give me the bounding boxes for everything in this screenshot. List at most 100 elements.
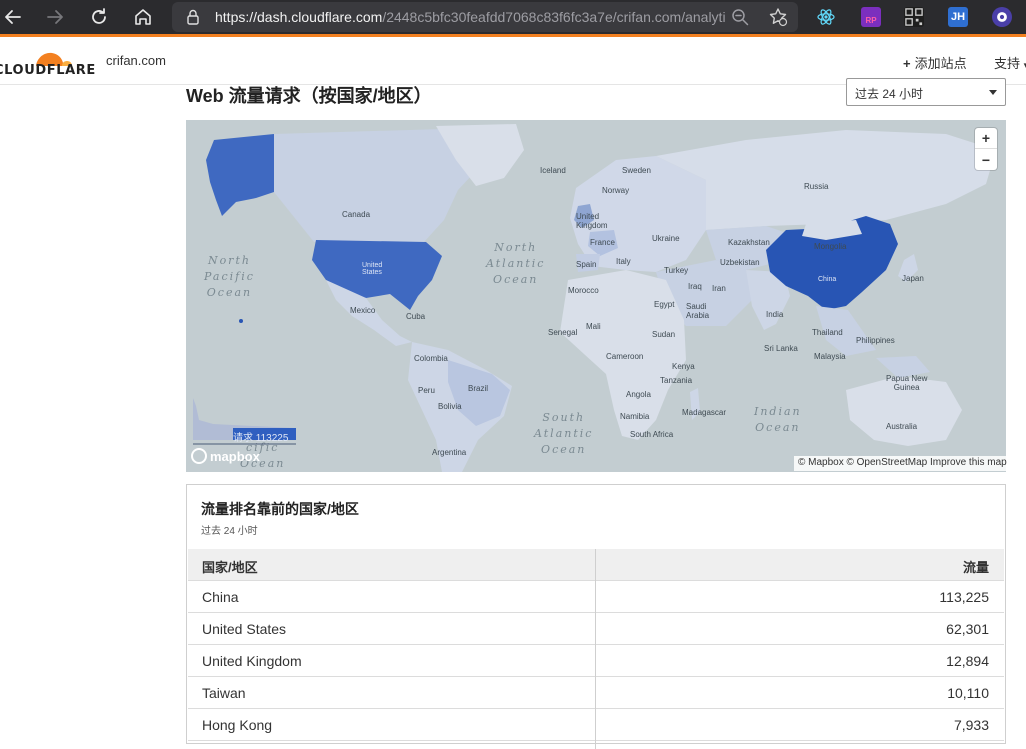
traffic-cell: 10,110 (947, 685, 989, 701)
add-site-button[interactable]: + 添加站点 (903, 53, 967, 72)
ocean-indian: Indian Ocean (754, 405, 802, 434)
card-subtitle: 过去 24 小时 (201, 526, 258, 537)
label-peru: Peru (418, 386, 435, 395)
map-zoom-control: + − (975, 128, 997, 170)
label-uzbekistan: Uzbekistan (720, 258, 760, 267)
add-site-label: 添加站点 (914, 56, 967, 71)
label-tanzania: Tanzania (660, 376, 693, 385)
label-senegal: Senegal (548, 328, 578, 337)
traffic-map[interactable]: North Pacific Ocean North Atlantic Ocean Sou… (186, 120, 1006, 472)
country-hawaii (239, 319, 243, 323)
zoom-in-button[interactable]: + (975, 128, 997, 149)
react-devtools-icon[interactable] (816, 7, 836, 27)
label-italy: Italy (616, 257, 631, 266)
back-icon[interactable] (0, 4, 26, 30)
support-label: 支持 (994, 56, 1021, 71)
column-header-traffic[interactable]: 流量 (963, 557, 989, 576)
qr-code-icon[interactable] (904, 7, 924, 27)
label-iraq: Iraq (688, 282, 702, 291)
country-cell: Taiwan (202, 685, 246, 701)
country-russia (656, 130, 996, 230)
label-colombia: Colombia (414, 354, 448, 363)
add-bookmark-icon[interactable] (768, 7, 788, 27)
lock-icon[interactable] (184, 8, 202, 26)
logo-wordmark: CLOUDFLARE (0, 63, 96, 78)
label-iceland: Iceland (540, 166, 566, 175)
label-kenya: Kenya (672, 362, 695, 371)
label-madagascar: Madagascar (682, 408, 727, 417)
home-icon[interactable] (130, 4, 156, 30)
ocean-south-atlantic: South Atlantic Ocean (534, 411, 594, 456)
zoom-icon[interactable] (730, 7, 750, 27)
label-france: France (590, 238, 615, 247)
ocean-north-pacific: North Pacific Ocean (204, 254, 255, 299)
top-countries-card: 流量排名靠前的国家/地区 过去 24 小时 国家/地区 流量 China 113… (186, 484, 1006, 749)
label-mali: Mali (586, 322, 601, 331)
label-mongolia: Mongolia (814, 242, 847, 251)
traffic-cell: 12,894 (946, 653, 989, 669)
country-cell: China (202, 589, 239, 605)
mapbox-brand: mapbox (210, 448, 260, 464)
label-australia: Australia (886, 422, 918, 431)
url-text[interactable]: https://dash.cloudflare.com/2448c5bfc30f… (215, 8, 725, 26)
reload-icon[interactable] (86, 4, 112, 30)
time-range-value: 过去 24 小时 (855, 87, 924, 101)
label-ukraine: Ukraine (652, 234, 680, 243)
label-egypt: Egypt (654, 300, 675, 309)
traffic-cell: 62,301 (946, 621, 989, 637)
label-papua-new-guinea: Papua New Guinea (886, 374, 928, 392)
time-range-select[interactable]: 过去 24 小时 (846, 78, 1006, 106)
label-cuba: Cuba (406, 312, 426, 321)
legend-label: 请求 113225 (233, 433, 289, 444)
rp-icon[interactable]: RP (861, 7, 881, 27)
support-menu[interactable]: 支持 ▾ (994, 53, 1026, 72)
table-row: United Kingdom 12,894 (188, 645, 1004, 677)
label-brazil: Brazil (468, 384, 489, 393)
column-header-country[interactable]: 国家/地区 (202, 557, 258, 576)
label-morocco: Morocco (568, 286, 599, 295)
ocean-north-atlantic: North Atlantic Ocean (486, 241, 546, 286)
card-title: 流量排名靠前的国家/地区 (201, 501, 359, 517)
label-spain: Spain (576, 260, 597, 269)
plus-icon: + (903, 56, 911, 71)
jh-icon[interactable]: JH (948, 7, 968, 27)
label-russia: Russia (804, 182, 829, 191)
country-cell: United States (202, 621, 287, 637)
wallet-icon[interactable] (992, 7, 1012, 27)
label-bolivia: Bolivia (438, 402, 462, 411)
site-name[interactable]: crifan.com (106, 53, 166, 68)
label-thailand: Thailand (812, 328, 843, 337)
chevron-down-icon (989, 90, 997, 95)
table-row: Hong Kong 7,933 (188, 709, 1004, 741)
url-path: /2448c5bfc30feafdd7068c83f6fc3a7e/crifan… (382, 9, 725, 25)
label-saudi-arabia: Saudi Arabia (686, 302, 710, 320)
label-united-states: United States (362, 262, 383, 276)
address-bar[interactable]: https://dash.cloudflare.com/2448c5bfc30f… (172, 2, 798, 32)
label-cameroon: Cameroon (606, 352, 644, 361)
label-philippines: Philippines (856, 336, 895, 345)
table-header-row: 国家/地区 流量 (188, 549, 1004, 581)
table-row: Taiwan 10,110 (188, 677, 1004, 709)
label-sudan: Sudan (652, 330, 676, 339)
label-namibia: Namibia (620, 412, 650, 421)
label-kazakhstan: Kazakhstan (728, 238, 770, 247)
map-attribution[interactable]: © Mapbox © OpenStreetMap Improve this ma… (794, 456, 1011, 471)
mapbox-logo[interactable]: mapbox (191, 447, 260, 465)
mapbox-logo-icon (191, 448, 207, 464)
rp-label: RP (865, 15, 877, 25)
world-map-svg (206, 124, 996, 472)
table-row: China 113,225 (188, 581, 1004, 613)
label-argentina: Argentina (432, 448, 467, 457)
forward-icon[interactable] (42, 4, 68, 30)
traffic-cell: 113,225 (939, 589, 989, 605)
table-row: United States 62,301 (188, 613, 1004, 645)
label-turkey: Turkey (664, 266, 689, 275)
label-united-kingdom: United Kingdom (576, 212, 608, 230)
zoom-out-button[interactable]: − (975, 149, 997, 170)
section-title: Web 流量请求（按国家/地区） (186, 86, 432, 106)
label-south-africa: South Africa (630, 430, 674, 439)
label-china: China (818, 276, 837, 283)
label-sri-lanka: Sri Lanka (764, 344, 798, 353)
label-japan: Japan (902, 274, 924, 283)
browser-toolbar: https://dash.cloudflare.com/2448c5bfc30f… (0, 0, 1026, 34)
